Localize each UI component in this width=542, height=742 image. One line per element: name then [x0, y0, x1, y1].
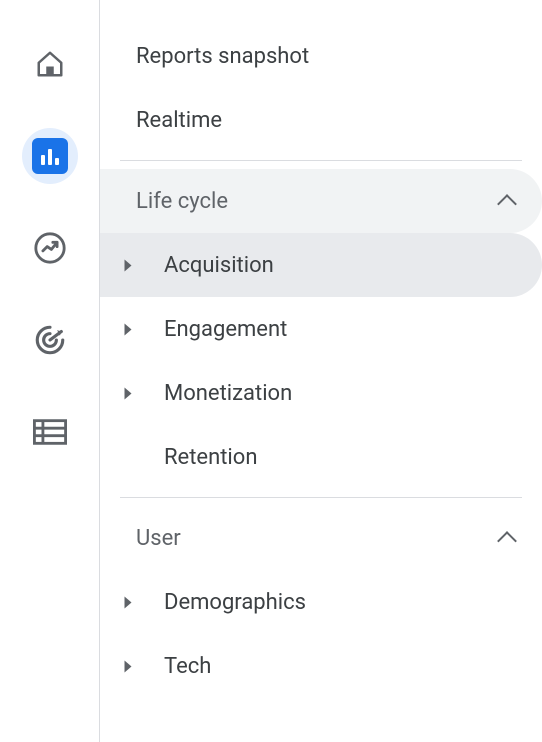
chevron-up-icon — [497, 531, 517, 551]
nav-item-label: Reports snapshot — [136, 44, 309, 69]
nav-demographics[interactable]: Demographics — [100, 570, 542, 634]
caret-right-icon — [125, 323, 132, 335]
chevron-up-icon — [497, 194, 517, 214]
section-label: User — [136, 526, 181, 551]
divider — [120, 160, 522, 161]
bar-chart-icon — [32, 138, 68, 174]
nav-item-label: Acquisition — [164, 253, 274, 278]
nav-monetization[interactable]: Monetization — [100, 361, 542, 425]
caret-right-icon — [125, 387, 132, 399]
caret-right-icon — [125, 259, 132, 271]
home-icon — [35, 49, 65, 79]
icon-rail — [0, 0, 100, 742]
nav-acquisition[interactable]: Acquisition — [100, 233, 542, 297]
nav-panel: Reports snapshot Realtime Life cycle Acq… — [100, 0, 542, 742]
section-header-life-cycle[interactable]: Life cycle — [100, 169, 542, 233]
table-icon — [33, 419, 67, 445]
caret-right-icon — [125, 596, 132, 608]
nav-engagement[interactable]: Engagement — [100, 297, 542, 361]
home-icon-button[interactable] — [22, 36, 78, 92]
advertising-icon-button[interactable] — [22, 312, 78, 368]
explore-icon-button[interactable] — [22, 220, 78, 276]
nav-item-label: Engagement — [164, 317, 287, 342]
nav-item-label: Tech — [164, 654, 211, 679]
nav-item-label: Retention — [164, 445, 257, 470]
target-click-icon — [33, 323, 67, 357]
nav-item-label: Monetization — [164, 381, 292, 406]
nav-retention[interactable]: Retention — [100, 425, 542, 489]
section-label: Life cycle — [136, 189, 228, 214]
divider — [120, 497, 522, 498]
caret-right-icon — [125, 660, 132, 672]
section-header-user[interactable]: User — [100, 506, 542, 570]
configure-icon-button[interactable] — [22, 404, 78, 460]
nav-tech[interactable]: Tech — [100, 634, 542, 698]
nav-item-label: Realtime — [136, 108, 222, 133]
nav-item-label: Demographics — [164, 590, 306, 615]
nav-realtime[interactable]: Realtime — [100, 88, 542, 152]
nav-reports-snapshot[interactable]: Reports snapshot — [100, 24, 542, 88]
reports-icon-button[interactable] — [22, 128, 78, 184]
trend-circle-icon — [33, 231, 67, 265]
